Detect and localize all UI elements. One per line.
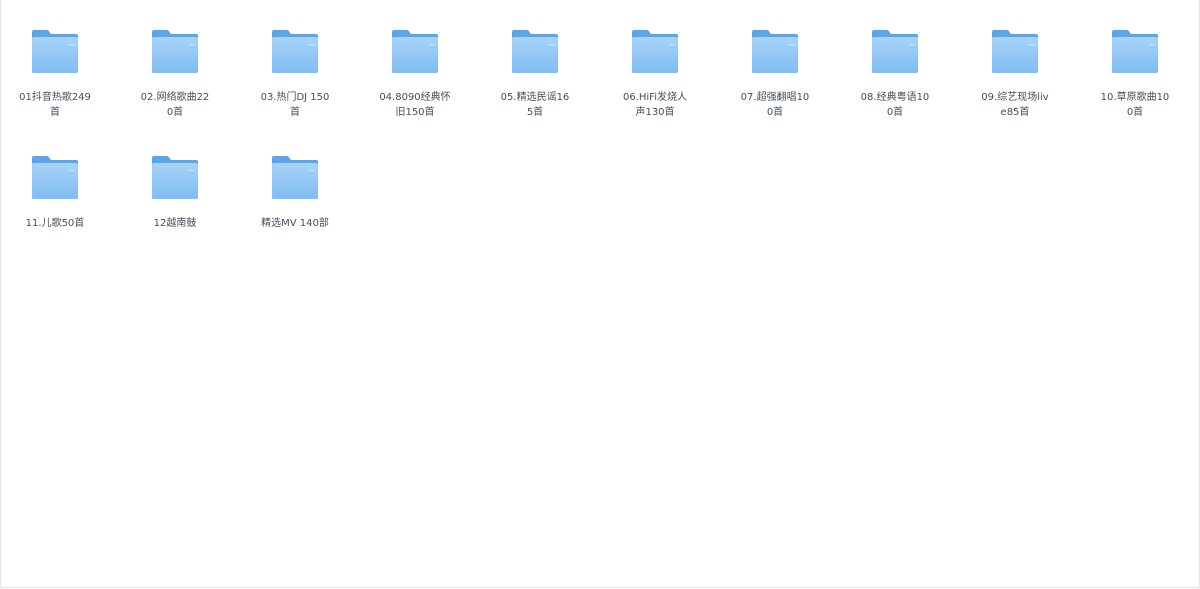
- folder-label: 01抖音热歌249首: [19, 92, 91, 118]
- folder-item-07[interactable]: 07.超强翻唱100首: [721, 0, 821, 118]
- folder-icon: [512, 30, 558, 73]
- folder-label: 09.综艺现场live85首: [981, 92, 1049, 118]
- folder-item-03[interactable]: 03.热门DJ 150首: [241, 0, 341, 118]
- folder-label: 04.8090经典怀旧150首: [379, 92, 451, 118]
- folder-label: 03.热门DJ 150首: [260, 92, 330, 118]
- folder-label: 11.儿歌50首: [25, 218, 85, 229]
- folder-icon: [632, 30, 678, 73]
- folder-icon: [872, 30, 918, 73]
- folder-item-05[interactable]: 05.精选民谣165首: [481, 0, 581, 118]
- folder-item-12[interactable]: 12越南鼓: [121, 126, 221, 236]
- folder-icon: [152, 156, 198, 199]
- folder-icon: [752, 30, 798, 73]
- folder-item-11[interactable]: 11.儿歌50首: [1, 126, 101, 236]
- folder-icon: [32, 156, 78, 199]
- folder-label: 12越南鼓: [153, 218, 197, 229]
- folder-item-01[interactable]: 01抖音热歌249首: [1, 0, 101, 118]
- folder-icon: [32, 30, 78, 73]
- folder-item-09[interactable]: 09.综艺现场live85首: [961, 0, 1061, 118]
- folder-label: 精选MV 140部: [261, 218, 329, 229]
- folder-item-13[interactable]: 精选MV 140部: [241, 126, 341, 236]
- folder-label: 07.超强翻唱100首: [740, 92, 810, 118]
- folder-item-08[interactable]: 08.经典粤语100首: [841, 0, 941, 118]
- folder-item-04[interactable]: 04.8090经典怀旧150首: [361, 0, 461, 118]
- folder-icon: [272, 30, 318, 73]
- folder-label: 06.HiFi发烧人声130首: [622, 92, 687, 118]
- file-browser-page: 01抖音热歌249首 02.网络歌曲220首 03.热门DJ 150首 04.8…: [0, 0, 1200, 588]
- folder-icon: [1112, 30, 1158, 73]
- folder-item-10[interactable]: 10.草原歌曲100首: [1081, 0, 1181, 118]
- folder-icon: [992, 30, 1038, 73]
- folder-icon: [272, 156, 318, 199]
- folder-label: 08.经典粤语100首: [860, 92, 930, 118]
- folder-icon: [152, 30, 198, 73]
- folder-item-06[interactable]: 06.HiFi发烧人声130首: [601, 0, 701, 118]
- folder-icon: [392, 30, 438, 73]
- folder-label: 02.网络歌曲220首: [140, 92, 210, 118]
- folder-label: 10.草原歌曲100首: [1100, 92, 1170, 118]
- folder-item-02[interactable]: 02.网络歌曲220首: [121, 0, 221, 118]
- folder-label: 05.精选民谣165首: [500, 92, 570, 118]
